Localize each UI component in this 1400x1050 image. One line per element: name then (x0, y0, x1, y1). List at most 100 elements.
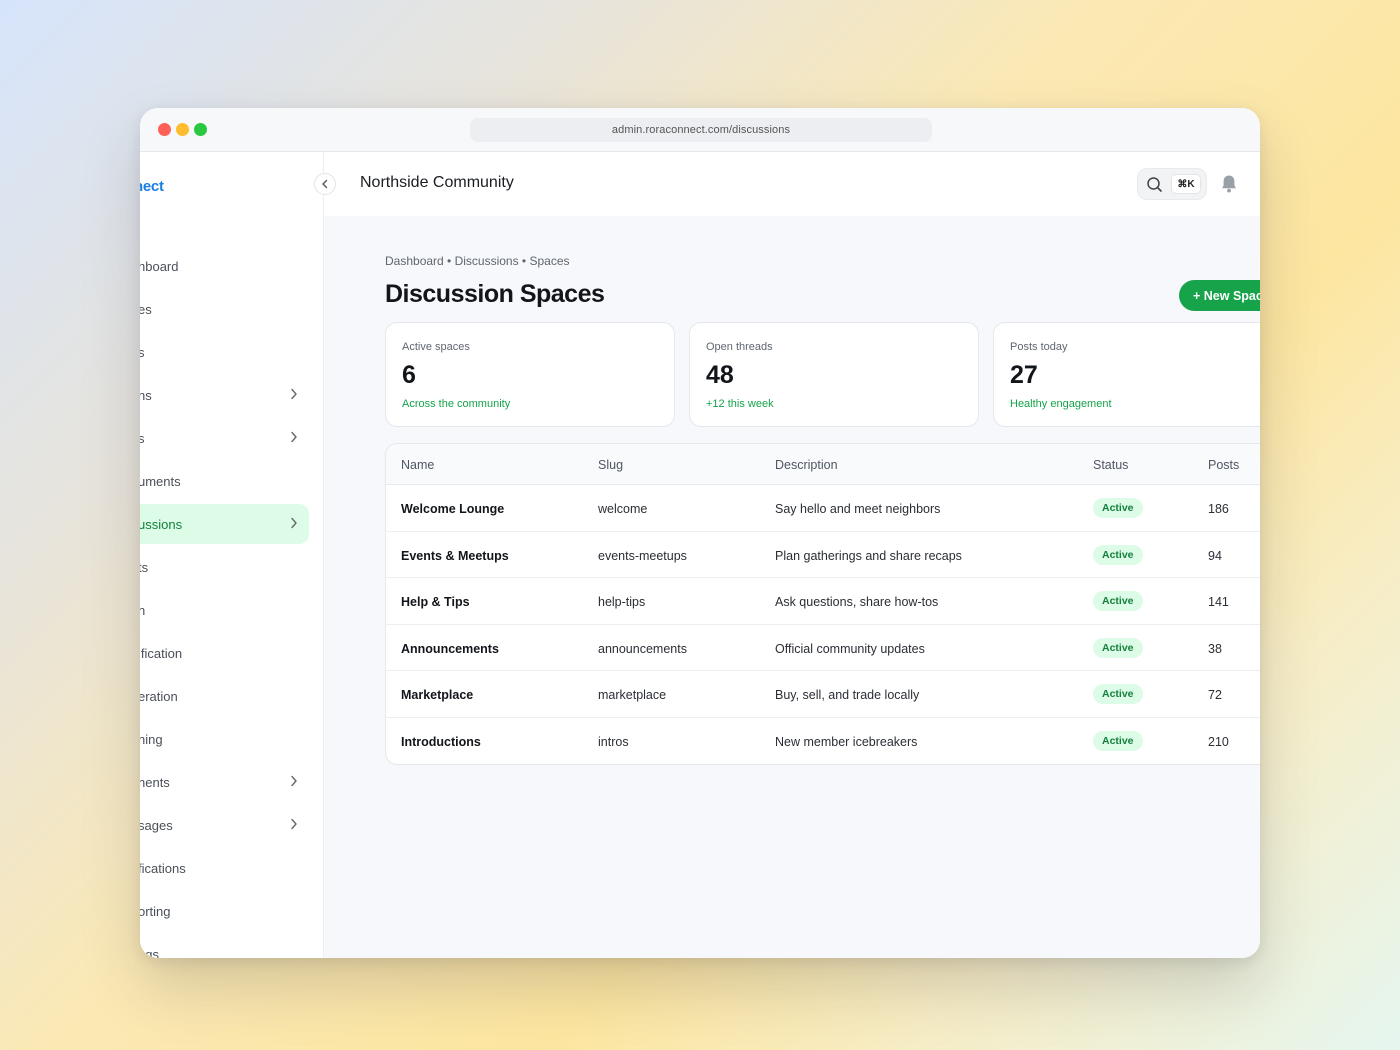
stat-value: 6 (402, 361, 416, 389)
status-badge: Active (1093, 498, 1143, 518)
table-row[interactable]: Introductions intros New member icebreaker… (386, 718, 1260, 764)
address-bar[interactable]: admin.roraconnect.com/discussions (470, 118, 932, 142)
sidebar-item[interactable]: s (140, 332, 309, 372)
description-cell: Ask questions, share how-tos (775, 595, 939, 610)
chevron-right-icon (290, 388, 298, 403)
posts-count-cell: 186 (1208, 502, 1229, 516)
sidebar-item[interactable]: ngs (140, 934, 309, 959)
notifications-bell-icon[interactable] (1220, 174, 1238, 194)
sidebar-item[interactable]: es (140, 289, 309, 329)
app-window: admin.roraconnect.com/discussions nect h… (140, 108, 1260, 958)
search-shortcut-badge: ⌘K (1171, 174, 1201, 194)
brand-logo[interactable]: nect (140, 178, 164, 195)
sidebar-item[interactable]: uments (140, 461, 309, 501)
stat-note: +12 this week (706, 398, 774, 410)
slug-cell: marketplace (598, 688, 667, 703)
status-badge: Active (1093, 731, 1143, 751)
status-badge: Active (1093, 684, 1143, 705)
stat-card-open-threads: Open threads 48 +12 this week (689, 322, 979, 427)
sidebar-item-label: ussions (140, 516, 183, 532)
sidebar-item-label: orting (140, 903, 171, 919)
sidebar-item[interactable]: hboard (140, 246, 309, 286)
sidebar-item[interactable]: orting (140, 891, 309, 931)
table-row[interactable]: Events & Meetups events-meetups Plan gathe… (386, 532, 1260, 579)
org-title: Northside Community (360, 174, 514, 191)
posts-count-cell: 72 (1208, 688, 1222, 703)
page-title: Discussion Spaces (385, 280, 605, 308)
close-window-button[interactable] (158, 123, 171, 136)
description-cell: Official community updates (775, 641, 925, 656)
stat-value: 48 (706, 361, 734, 389)
posts-count-cell: 141 (1208, 595, 1229, 610)
chevron-right-icon (290, 818, 298, 833)
search-icon (1147, 177, 1162, 192)
space-name-cell: Welcome Lounge (401, 502, 505, 516)
spaces-table: Name Slug Description Status Posts Welco… (385, 443, 1260, 765)
sidebar-item[interactable]: s (140, 418, 309, 458)
sidebar-item[interactable]: nents (140, 762, 309, 802)
column-header-posts[interactable]: Posts (1208, 458, 1239, 472)
sidebar-item-label: es (140, 301, 152, 317)
sidebar-item[interactable]: ning (140, 719, 309, 759)
sidebar-item[interactable]: eration (140, 676, 309, 716)
sidebar-item-label: s (140, 431, 145, 446)
search-button[interactable]: ⌘K (1137, 168, 1207, 200)
column-header-status[interactable]: Status (1093, 458, 1128, 472)
space-name-cell: Events & Meetups (401, 548, 509, 563)
description-cell: Buy, sell, and trade locally (775, 688, 920, 703)
sidebar-item[interactable]: ts (140, 547, 309, 587)
sidebar-item-label: s (140, 345, 145, 360)
description-cell: Say hello and meet neighbors (775, 502, 941, 516)
sidebar-item[interactable]: n (140, 590, 309, 630)
slug-cell: welcome (598, 502, 648, 516)
space-name-cell: Introductions (401, 735, 481, 749)
browser-titlebar: admin.roraconnect.com/discussions (140, 108, 1260, 152)
stat-label: Active spaces (402, 341, 470, 353)
sidebar-item[interactable]: ussions (140, 504, 309, 544)
table-row[interactable]: Welcome Lounge welcome Say hello and meet … (386, 485, 1260, 532)
top-bar: Northside Community ⌘K (324, 152, 1260, 216)
sidebar-item-label: ngs (140, 946, 159, 959)
sidebar-item[interactable]: ification (140, 633, 309, 673)
slug-cell: help-tips (598, 595, 646, 610)
collapse-sidebar-button[interactable] (314, 173, 336, 195)
stat-label: Posts today (1010, 341, 1068, 353)
table-row[interactable]: Announcements announcements Official commu… (386, 625, 1260, 672)
posts-count-cell: 38 (1208, 641, 1222, 656)
table-row[interactable]: Marketplace marketplace Buy, sell, and tra… (386, 671, 1260, 718)
sidebar-item-label: n (140, 603, 145, 618)
stat-card-posts-today: Posts today 27 Healthy engagement (993, 322, 1260, 427)
posts-count-cell: 94 (1208, 548, 1222, 563)
stat-value: 27 (1010, 361, 1038, 389)
stat-note: Across the community (402, 398, 511, 410)
space-name-cell: Marketplace (401, 688, 474, 703)
sidebar: nect hboard es s ns s uments ussions ts n ificati… (140, 152, 324, 958)
status-badge: Active (1093, 637, 1143, 658)
sidebar-item-label: hboard (140, 258, 179, 274)
status-badge: Active (1093, 591, 1143, 612)
maximize-window-button[interactable] (194, 123, 207, 136)
stat-label: Open threads (706, 341, 773, 353)
sidebar-item[interactable]: ns (140, 375, 309, 415)
sidebar-item-label: nents (140, 774, 170, 790)
status-badge: Active (1093, 544, 1143, 565)
minimize-window-button[interactable] (176, 123, 189, 136)
table-header: Name Slug Description Status Posts (386, 444, 1260, 485)
slug-cell: events-meetups (598, 548, 687, 563)
table-row[interactable]: Help & Tips help-tips Ask questions, share… (386, 578, 1260, 625)
sidebar-item-label: ning (140, 731, 163, 747)
chevron-left-icon (322, 179, 328, 189)
new-space-button[interactable]: + New Spac (1179, 280, 1260, 311)
breadcrumb: Dashboard • Discussions • Spaces (385, 254, 570, 268)
stat-card-active-spaces: Active spaces 6 Across the community (385, 322, 675, 427)
sidebar-item-label: fications (140, 860, 186, 876)
stat-note: Healthy engagement (1010, 398, 1112, 410)
column-header-description[interactable]: Description (775, 458, 838, 472)
sidebar-item-label: ification (140, 645, 183, 661)
sidebar-item[interactable]: fications (140, 848, 309, 888)
slug-cell: intros (598, 735, 629, 749)
column-header-slug[interactable]: Slug (598, 458, 623, 472)
sidebar-item[interactable]: sages (140, 805, 309, 845)
sidebar-item-label: ns (140, 387, 152, 403)
column-header-name[interactable]: Name (401, 458, 434, 472)
